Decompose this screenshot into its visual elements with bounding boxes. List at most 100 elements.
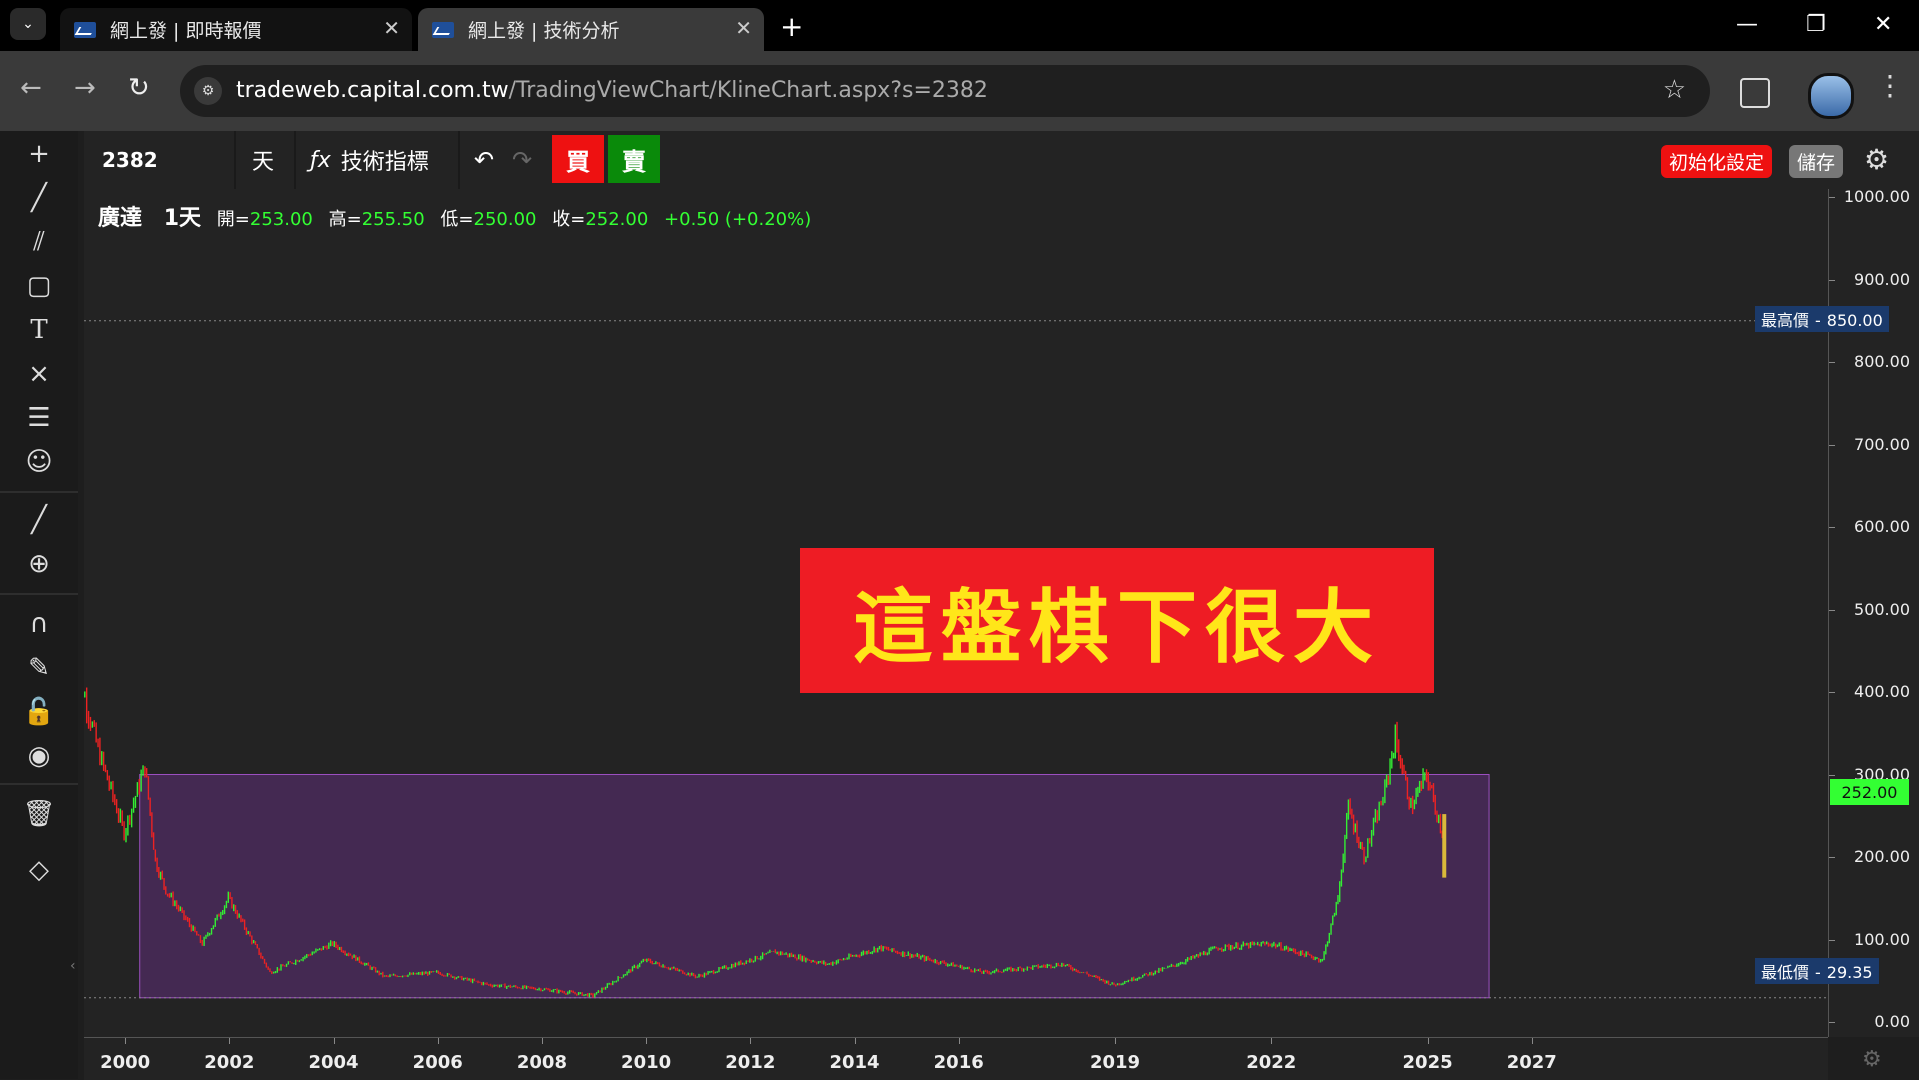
reset-settings-button[interactable]: 初始化設定 bbox=[1661, 145, 1773, 178]
last-price-badge: 252.00 bbox=[1830, 779, 1909, 805]
redo-icon[interactable]: ↷ bbox=[512, 131, 532, 189]
x-tick-mark bbox=[229, 1038, 231, 1044]
indicators-label: 技術指標 bbox=[340, 150, 429, 175]
collapse-toolbar-icon[interactable]: ‹ bbox=[70, 958, 76, 974]
symbol-search[interactable]: 2382 bbox=[102, 131, 158, 189]
tab-title: 網上發 | 技術分析 bbox=[468, 20, 620, 42]
close-label: 收= bbox=[552, 209, 586, 230]
trend-line-icon[interactable]: ╱ bbox=[20, 179, 58, 217]
ruler-icon[interactable]: ╱ bbox=[20, 501, 58, 539]
y-tick-mark bbox=[1829, 444, 1835, 446]
forward-button[interactable]: → bbox=[74, 73, 96, 103]
toolbar-divider bbox=[0, 783, 78, 785]
y-tick-mark bbox=[1829, 279, 1835, 281]
x-tick-label: 2006 bbox=[412, 1052, 463, 1073]
open-value: 253.00 bbox=[249, 209, 313, 230]
y-tick-mark bbox=[1829, 197, 1835, 198]
window-close-button[interactable]: ✕ bbox=[1874, 12, 1892, 37]
layers-icon[interactable]: ◇ bbox=[20, 851, 58, 889]
close-icon[interactable]: ✕ bbox=[735, 16, 752, 40]
fib-retracement-icon[interactable]: ☰ bbox=[20, 399, 58, 437]
interval-selector[interactable]: 天 bbox=[252, 131, 274, 189]
undo-icon[interactable]: ↶ bbox=[474, 131, 494, 189]
site-favicon-icon bbox=[432, 21, 454, 38]
minimize-button[interactable]: — bbox=[1736, 12, 1758, 37]
url-field[interactable]: ⚙ tradeweb.capital.com.tw/TradingViewCha… bbox=[180, 65, 1710, 117]
reload-button[interactable]: ↻ bbox=[128, 73, 150, 103]
y-tick-mark bbox=[1829, 774, 1835, 776]
tab-search-button[interactable]: ⌄ bbox=[10, 8, 46, 40]
close-icon[interactable]: ✕ bbox=[383, 16, 400, 40]
crosshair-icon[interactable]: + bbox=[20, 135, 58, 173]
highest-price-label: 最高價 -850.00 bbox=[1755, 306, 1889, 332]
save-button[interactable]: 儲存 bbox=[1789, 145, 1844, 178]
last-candle bbox=[1442, 814, 1447, 878]
toolbar-divider bbox=[0, 491, 78, 493]
browser-menu-icon[interactable]: ⋮ bbox=[1876, 69, 1904, 102]
buy-button[interactable]: 買 bbox=[552, 135, 604, 183]
browser-tab-bar: ⌄ 網上發 | 即時報價 ✕ 網上發 | 技術分析 ✕ + — ❐ ✕ bbox=[0, 0, 1919, 51]
x-tick-label: 2016 bbox=[933, 1052, 984, 1073]
high-label: 高= bbox=[328, 209, 362, 230]
x-tick-mark bbox=[750, 1038, 752, 1044]
drawing-toolbar: + ╱ ⫽ ▢ T ⨯ ☰ ☺ ╱ ⊕ ∩ ✎ 🔓 ◉ 🗑 ◇ bbox=[0, 131, 78, 1079]
y-tick-mark bbox=[1829, 857, 1835, 858]
x-tick-label: 2000 bbox=[100, 1052, 151, 1073]
high-value: 255.50 bbox=[361, 209, 425, 230]
axis-settings-icon[interactable]: ⚙ bbox=[1862, 1047, 1882, 1072]
x-tick-mark bbox=[437, 1038, 439, 1044]
magnet-icon[interactable]: ∩ bbox=[20, 605, 58, 643]
site-favicon-icon bbox=[74, 21, 96, 38]
site-info-icon[interactable]: ⚙ bbox=[194, 77, 222, 105]
low-label: 低= bbox=[440, 209, 474, 230]
highlight-rectangle bbox=[139, 774, 1490, 999]
zoom-in-icon[interactable]: ⊕ bbox=[20, 545, 58, 583]
low-value: 250.00 bbox=[473, 209, 537, 230]
y-tick-mark bbox=[1829, 609, 1835, 611]
lock-drawing-icon[interactable]: ✎ bbox=[20, 649, 58, 687]
x-tick-mark bbox=[1271, 1038, 1273, 1044]
y-tick-label: 500.00 bbox=[1854, 599, 1910, 619]
y-tick-label: 700.00 bbox=[1854, 434, 1910, 454]
toolbar-divider bbox=[0, 593, 78, 595]
browser-tab-technical[interactable]: 網上發 | 技術分析 ✕ bbox=[418, 8, 764, 51]
bookmark-star-icon[interactable]: ☆ bbox=[1663, 75, 1686, 105]
ohlc-legend: 廣達 1天 開=253.00 高=255.50 低=250.00 收=252.0… bbox=[98, 200, 811, 232]
x-tick-label: 2022 bbox=[1246, 1052, 1297, 1073]
emoji-icon[interactable]: ☺ bbox=[20, 443, 58, 481]
gear-icon[interactable]: ⚙ bbox=[1864, 143, 1889, 176]
legend-period: 1天 bbox=[163, 206, 202, 231]
text-tool-icon[interactable]: T bbox=[20, 311, 58, 349]
trash-icon[interactable]: 🗑 bbox=[20, 795, 58, 833]
extensions-icon[interactable] bbox=[1740, 78, 1770, 108]
toolbar-divider bbox=[294, 131, 296, 189]
y-tick-label: 100.00 bbox=[1854, 929, 1910, 949]
x-tick-label: 2002 bbox=[204, 1052, 255, 1073]
browser-tab-quotes[interactable]: 網上發 | 即時報價 ✕ bbox=[60, 8, 412, 51]
pattern-icon[interactable]: ⨯ bbox=[20, 355, 58, 393]
function-icon: ƒx bbox=[310, 147, 331, 173]
indicators-button[interactable]: ƒx 技術指標 bbox=[310, 131, 429, 189]
x-tick-label: 2008 bbox=[516, 1052, 567, 1073]
restore-button[interactable]: ❐ bbox=[1806, 12, 1826, 37]
overlay-text: 這盤棋下很大 bbox=[853, 579, 1381, 674]
eye-icon[interactable]: ◉ bbox=[20, 737, 58, 775]
back-button[interactable]: ← bbox=[20, 73, 42, 103]
x-tick-label: 2019 bbox=[1089, 1052, 1141, 1073]
x-tick-label: 2012 bbox=[725, 1052, 776, 1073]
x-tick-mark bbox=[1427, 1038, 1429, 1044]
change-value: +0.50 (+0.20%) bbox=[664, 209, 812, 230]
profile-avatar[interactable] bbox=[1808, 73, 1854, 119]
y-tick-label: 800.00 bbox=[1854, 352, 1910, 371]
y-tick-mark bbox=[1829, 527, 1835, 528]
highest-price-name: 最高價 bbox=[1761, 311, 1810, 330]
pitchfork-icon[interactable]: ⫽ bbox=[20, 223, 58, 261]
y-tick-label: 0.00 bbox=[1874, 1012, 1910, 1031]
y-tick-mark bbox=[1829, 939, 1835, 941]
open-label: 開= bbox=[216, 209, 250, 230]
time-axis[interactable]: 2000 2002 2004 2006 2008 2010 2012 2014 2016 2019… bbox=[84, 1037, 1828, 1080]
new-tab-button[interactable]: + bbox=[780, 10, 803, 43]
sell-button[interactable]: 賣 bbox=[608, 135, 660, 183]
rectangle-icon[interactable]: ▢ bbox=[20, 267, 58, 305]
lock-icon[interactable]: 🔓 bbox=[20, 693, 58, 731]
